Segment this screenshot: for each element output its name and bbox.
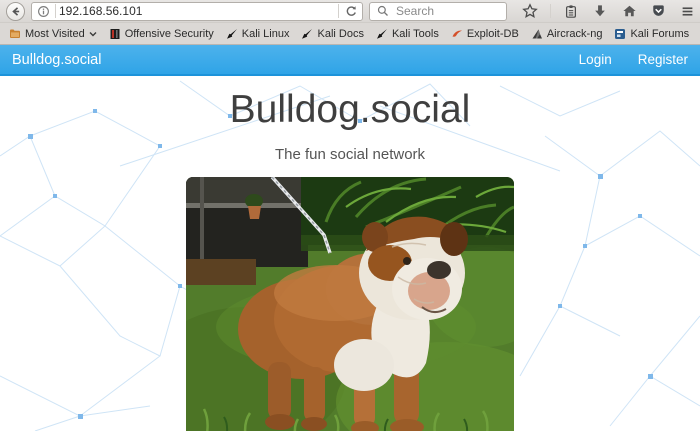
bookmarks-bar: Most Visited Offensive Security Kali Lin… [0,23,700,45]
page-subtitle: The fun social network [0,146,700,163]
toolbar-divider [550,4,551,18]
offsec-icon [109,28,121,40]
dagger-icon [376,28,388,40]
login-link[interactable]: Login [579,52,612,67]
bookmark-kali-forums[interactable]: Kali Forums [609,26,694,42]
urlbar-divider [55,4,56,18]
downloads-icon[interactable] [591,2,609,20]
back-button[interactable] [6,2,25,21]
bookmark-most-visited[interactable]: Most Visited [4,26,102,42]
bookmark-label: Kali Forums [630,28,689,40]
menu-icon[interactable] [678,2,696,20]
register-link[interactable]: Register [638,52,688,67]
folder-icon [9,28,21,40]
page-content: Bulldog.social The fun social network [0,76,700,431]
bookmark-label: Kali Tools [392,28,439,40]
bookmark-star-icon[interactable] [521,2,539,20]
dagger-icon [301,28,313,40]
reload-button[interactable] [342,2,360,20]
browser-window: 192.168.56.101 [0,0,700,433]
site-navbar: Bulldog.social Login Register [0,45,700,76]
chevron-down-icon [89,30,97,38]
url-bar[interactable]: 192.168.56.101 [31,2,363,21]
home-icon[interactable] [620,2,638,20]
bookmark-label: Most Visited [25,28,85,40]
bookmark-exploit-db[interactable]: Exploit-DB [446,26,524,42]
toolbar-icon-row [521,2,696,20]
exploitdb-icon [451,28,463,40]
forums-icon [614,28,626,40]
search-bar[interactable] [369,2,507,21]
page-title: Bulldog.social [0,88,700,132]
pocket-icon[interactable] [649,2,667,20]
site-nav-links: Login Register [579,52,688,67]
reload-icon [345,5,358,18]
urlbar-divider [338,4,339,18]
bookmark-label: Aircrack-ng [547,28,603,40]
bulldog-illustration [186,177,514,431]
bookmarks-list-icon[interactable] [562,2,580,20]
search-icon [374,2,392,20]
aircrack-icon [531,28,543,40]
search-input[interactable] [396,4,496,18]
bookmark-label: Exploit-DB [467,28,519,40]
back-icon [7,2,25,20]
page-info-icon[interactable] [34,2,52,20]
bookmark-label: Offensive Security [125,28,214,40]
hero-section: Bulldog.social The fun social network [0,88,700,431]
bookmark-kali-docs[interactable]: Kali Docs [296,26,368,42]
bookmark-kali-linux[interactable]: Kali Linux [221,26,295,42]
url-text[interactable]: 192.168.56.101 [59,4,335,18]
dagger-icon [226,28,238,40]
bookmark-kali-tools[interactable]: Kali Tools [371,26,444,42]
site-brand-link[interactable]: Bulldog.social [12,52,101,68]
browser-toolbar: 192.168.56.101 [0,0,700,23]
bookmark-label: Kali Docs [317,28,363,40]
bookmark-label: Kali Linux [242,28,290,40]
bulldog-photo [186,177,514,431]
bookmark-offensive-security[interactable]: Offensive Security [104,26,219,42]
bookmark-nethunter[interactable]: NetHunter [696,26,700,42]
bookmark-aircrack-ng[interactable]: Aircrack-ng [526,26,608,42]
